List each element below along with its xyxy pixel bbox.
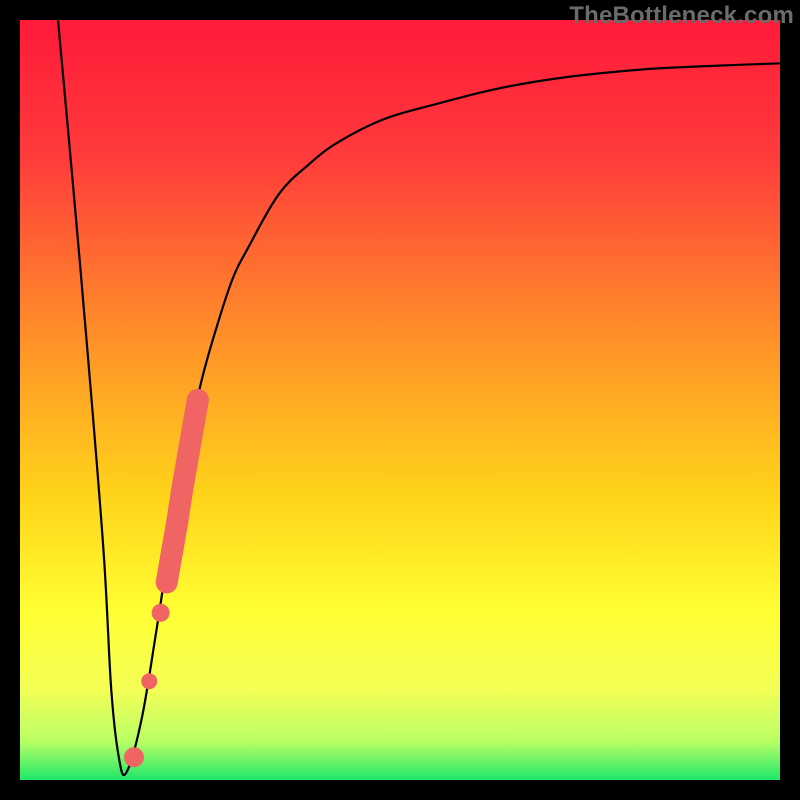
data-marker [141, 673, 157, 689]
bottleneck-chart [20, 20, 780, 780]
data-marker [171, 480, 193, 502]
gradient-background [20, 20, 780, 780]
data-marker [161, 541, 183, 563]
data-marker [182, 419, 204, 441]
data-marker [157, 572, 177, 592]
data-marker [124, 747, 144, 767]
data-marker [152, 604, 170, 622]
data-marker [187, 389, 209, 411]
chart-frame [20, 20, 780, 780]
data-marker [166, 511, 188, 533]
watermark-text: TheBottleneck.com [569, 2, 794, 30]
data-marker [176, 450, 198, 472]
